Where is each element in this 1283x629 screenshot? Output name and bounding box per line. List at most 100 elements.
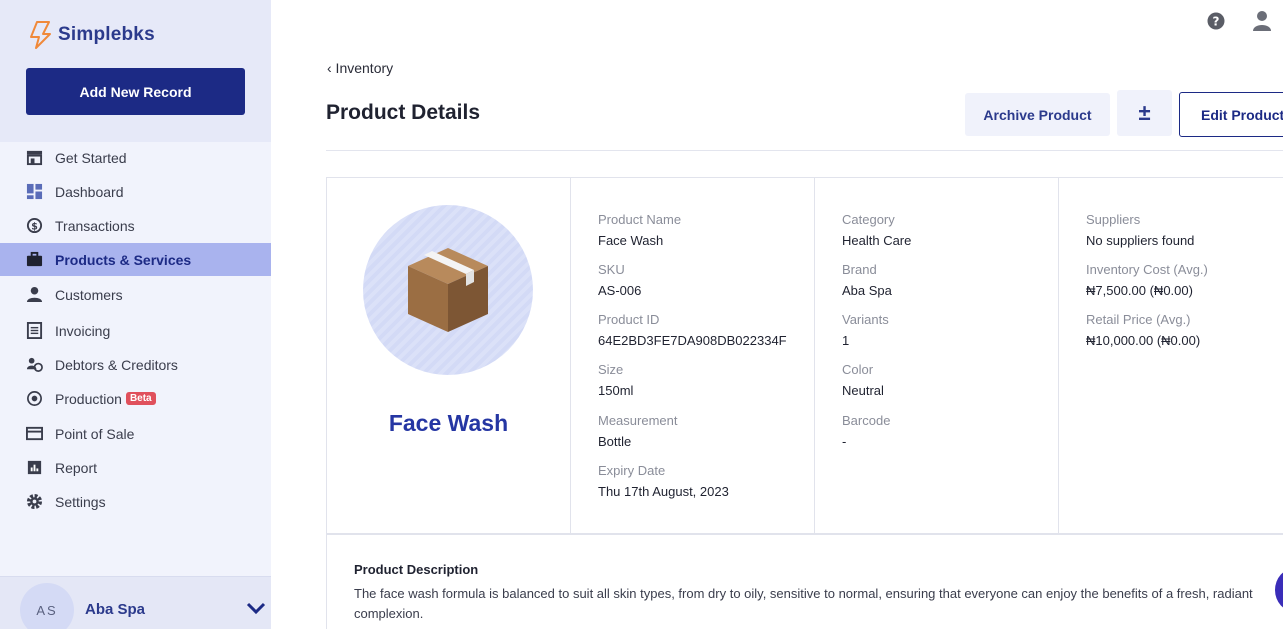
description-text: The face wash formula is balanced to sui… xyxy=(354,586,1253,621)
gear-icon xyxy=(25,493,43,511)
chevron-down-icon[interactable] xyxy=(246,601,266,615)
sidebar-item-label: Report xyxy=(55,459,98,476)
field-label: Expiry Date xyxy=(598,463,666,478)
field-label: Brand xyxy=(842,262,877,277)
field-variants: Variants 1 xyxy=(842,312,889,349)
store-icon xyxy=(25,149,43,167)
field-barcode: Barcode - xyxy=(842,413,890,450)
box-icon xyxy=(408,248,488,332)
field-label: Product ID xyxy=(598,312,660,327)
brand-name: Simplebks xyxy=(58,24,155,45)
field-retail-price: Retail Price (Avg.) ₦10,000.00 (₦0.00) xyxy=(1086,312,1200,349)
sidebar-item-label: Customers xyxy=(55,286,123,303)
dashboard-icon xyxy=(25,183,43,201)
sidebar-item-report[interactable]: Report xyxy=(0,451,271,484)
logo-icon xyxy=(30,21,51,49)
invoice-icon xyxy=(25,322,43,340)
field-value: Neutral xyxy=(842,383,884,398)
sidebar-item-dashboard[interactable]: Dashboard xyxy=(0,175,271,208)
sidebar: Simplebks Add New Record Get Started Das… xyxy=(0,0,271,629)
breadcrumb-inventory[interactable]: ‹ Inventory xyxy=(327,60,393,76)
field-value: Aba Spa xyxy=(842,283,892,298)
product-details-card: Product Name Face Wash SKU AS-006 Produc… xyxy=(570,177,815,534)
sidebar-item-settings[interactable]: Settings xyxy=(0,485,271,518)
field-label: SKU xyxy=(598,262,625,277)
sidebar-item-label: Settings xyxy=(55,493,106,510)
product-pricing-card: Suppliers No suppliers found Inventory C… xyxy=(1058,177,1283,534)
avatar: AS xyxy=(20,583,74,629)
sidebar-item-label: Production xyxy=(55,390,122,407)
brand-logo[interactable]: Simplebks xyxy=(28,20,155,50)
product-attributes-card: Category Health Care Brand Aba Spa Varia… xyxy=(814,177,1059,534)
debtors-icon xyxy=(25,356,43,374)
sidebar-item-label: Invoicing xyxy=(55,322,111,339)
field-label: Inventory Cost (Avg.) xyxy=(1086,262,1208,277)
field-value: 150ml xyxy=(598,383,634,398)
header-divider xyxy=(326,150,1283,151)
field-value: Face Wash xyxy=(598,233,664,248)
field-measurement: Measurement Bottle xyxy=(598,413,677,450)
field-value: ₦10,000.00 (₦0.00) xyxy=(1086,333,1201,348)
field-sku: SKU AS-006 xyxy=(598,262,641,299)
product-image xyxy=(363,205,533,375)
sidebar-item-debtors-creditors[interactable]: Debtors & Creditors xyxy=(0,348,271,381)
field-expiry-date: Expiry Date Thu 17th August, 2023 xyxy=(598,463,729,500)
field-suppliers: Suppliers No suppliers found xyxy=(1086,212,1194,249)
briefcase-icon xyxy=(25,251,43,269)
field-value: - xyxy=(842,434,847,449)
product-description-card: Product Description The face wash formul… xyxy=(326,534,1283,629)
sidebar-item-label: Point of Sale xyxy=(55,425,135,442)
sidebar-item-transactions[interactable]: $ Transactions xyxy=(0,209,271,242)
field-label: Retail Price (Avg.) xyxy=(1086,312,1191,327)
field-label: Color xyxy=(842,362,874,377)
sidebar-item-customers[interactable]: Customers xyxy=(0,278,271,311)
sidebar-item-production[interactable]: Production Beta xyxy=(0,382,271,415)
field-value: Thu 17th August, 2023 xyxy=(598,484,729,499)
card-icon xyxy=(25,425,43,443)
edit-product-button[interactable]: Edit Product xyxy=(1179,92,1283,137)
svg-text:?: ? xyxy=(1213,15,1220,29)
product-title: Face Wash xyxy=(388,410,509,436)
sidebar-item-invoicing[interactable]: Invoicing xyxy=(0,314,271,347)
sidebar-item-label: Products & Services xyxy=(55,251,192,268)
transactions-icon: $ xyxy=(25,217,43,235)
field-product-id: Product ID 64E2BD3FE7DA908DB022334F xyxy=(598,312,787,349)
field-value: No suppliers found xyxy=(1086,233,1195,248)
help-icon[interactable]: ? xyxy=(1207,12,1225,30)
adjust-stock-button[interactable]: ± xyxy=(1117,90,1172,136)
field-label: Barcode xyxy=(842,413,891,428)
sidebar-item-label: Get Started xyxy=(55,149,127,166)
field-value: 64E2BD3FE7DA908DB022334F xyxy=(598,333,787,348)
field-value: Health Care xyxy=(842,233,912,248)
field-label: Category xyxy=(842,212,895,227)
sidebar-item-label: Transactions xyxy=(55,217,135,234)
field-label: Suppliers xyxy=(1086,212,1141,227)
field-label: Product Name xyxy=(598,212,682,227)
field-label: Size xyxy=(598,362,624,377)
svg-text:$: $ xyxy=(31,221,38,232)
field-value: AS-006 xyxy=(598,283,642,298)
archive-product-button[interactable]: Archive Product xyxy=(965,93,1110,136)
sidebar-item-products-services[interactable]: Products & Services xyxy=(0,243,271,276)
sidebar-item-point-of-sale[interactable]: Point of Sale xyxy=(0,417,271,450)
account-switcher[interactable]: AS Aba Spa xyxy=(0,576,271,629)
sidebar-item-get-started[interactable]: Get Started xyxy=(0,141,271,174)
sidebar-item-label: Debtors & Creditors xyxy=(55,356,178,373)
add-new-record-button[interactable]: Add New Record xyxy=(26,68,245,115)
field-size: Size 150ml xyxy=(598,362,633,399)
field-value: 1 xyxy=(842,333,850,348)
field-product-name: Product Name Face Wash xyxy=(598,212,681,249)
product-image-card: Face Wash xyxy=(326,177,571,534)
field-brand: Brand Aba Spa xyxy=(842,262,892,299)
field-label: Variants xyxy=(842,312,889,327)
account-name: Aba Spa xyxy=(85,601,146,618)
report-icon xyxy=(25,459,43,477)
sidebar-item-label: Dashboard xyxy=(55,183,124,200)
field-value: Bottle xyxy=(598,434,632,449)
field-inventory-cost: Inventory Cost (Avg.) ₦7,500.00 (₦0.00) xyxy=(1086,262,1208,299)
user-icon[interactable] xyxy=(1252,10,1272,32)
production-icon xyxy=(25,390,43,408)
description-title: Product Description xyxy=(354,562,479,577)
sidebar-header: Simplebks Add New Record xyxy=(0,0,271,142)
field-category: Category Health Care xyxy=(842,212,911,249)
